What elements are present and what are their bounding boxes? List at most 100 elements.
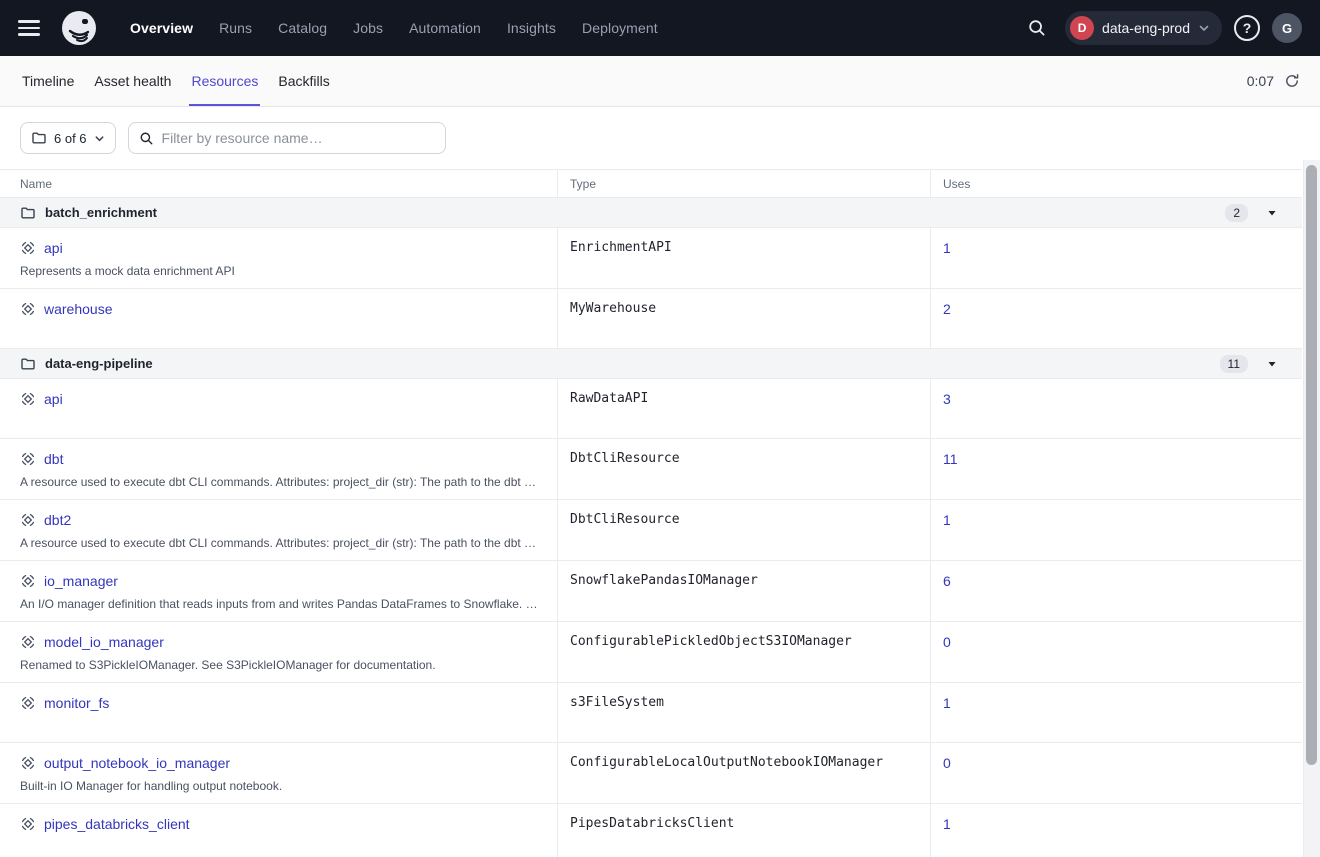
resource-name-cell: output_notebook_io_manager Built-in IO M… [0,743,557,803]
resource-uses-link[interactable]: 0 [943,634,951,650]
resource-uses-cell: 1 [930,683,1302,742]
resource-name-link[interactable]: monitor_fs [44,695,109,711]
deployment-badge: D [1070,16,1094,40]
nav-link-overview[interactable]: Overview [130,20,193,36]
nav-link-insights[interactable]: Insights [507,20,556,36]
help-icon[interactable]: ? [1234,15,1260,41]
resource-description: A resource used to execute dbt CLI comma… [20,536,541,550]
dagster-logo-icon[interactable] [60,9,98,47]
global-search-icon[interactable] [1021,12,1053,44]
group-name: batch_enrichment [45,205,157,220]
group-filter-label: 6 of 6 [54,131,87,146]
primary-nav-links: Overview Runs Catalog Jobs Automation Insight… [130,20,658,36]
resource-name-link[interactable]: dbt2 [44,512,71,528]
resource-name-cell: dbt A resource used to execute dbt CLI c… [0,439,557,499]
resource-name-link[interactable]: model_io_manager [44,634,164,650]
resources-table: Name Type Uses batch_enrichment 2 api [0,169,1302,857]
resource-group-row[interactable]: data-eng-pipeline 11 [0,349,1302,379]
column-header-type: Type [557,170,930,197]
scrollbar-thumb[interactable] [1306,165,1317,765]
resource-icon [20,512,36,528]
resource-name-cell: warehouse [0,289,557,348]
resource-icon [20,755,36,771]
tab-backfills[interactable]: Backfills [276,56,331,106]
resource-name-cell: dbt2 A resource used to execute dbt CLI … [0,500,557,560]
folder-icon [31,130,47,146]
resource-icon [20,816,36,832]
resource-uses-link[interactable]: 1 [943,816,951,832]
resource-description: An I/O manager definition that reads inp… [20,597,541,611]
resource-uses-cell: 11 [930,439,1302,499]
resource-name-link[interactable]: dbt [44,451,63,467]
resource-uses-link[interactable]: 2 [943,301,951,317]
resource-filter-input[interactable] [162,130,435,146]
resource-icon [20,573,36,589]
resource-row: api Represents a mock data enrichment AP… [0,228,1302,289]
resource-uses-cell: 2 [930,289,1302,348]
resource-uses-cell: 6 [930,561,1302,621]
nav-link-runs[interactable]: Runs [219,20,252,36]
resource-name-cell: pipes_databricks_client [0,804,557,857]
resource-type: PipesDatabricksClient [557,804,930,857]
resource-group-row[interactable]: batch_enrichment 2 [0,198,1302,228]
resource-type: DbtCliResource [557,439,930,499]
resource-type: SnowflakePandasIOManager [557,561,930,621]
top-navigation-bar: Overview Runs Catalog Jobs Automation Insight… [0,0,1320,56]
collapse-caret-icon[interactable] [1266,207,1278,219]
resource-row: warehouse MyWarehouse 2 [0,289,1302,349]
scrollbar-track[interactable] [1303,160,1320,857]
resource-uses-link[interactable]: 6 [943,573,951,589]
tab-timeline[interactable]: Timeline [20,56,76,106]
resource-uses-link[interactable]: 1 [943,240,951,256]
folder-icon [20,356,36,372]
resource-icon [20,301,36,317]
resource-description: Renamed to S3PickleIOManager. See S3Pick… [20,658,541,672]
resource-uses-link[interactable]: 3 [943,391,951,407]
resource-uses-link[interactable]: 1 [943,695,951,711]
resource-name-link[interactable]: pipes_databricks_client [44,816,190,832]
resource-name-link[interactable]: io_manager [44,573,118,589]
resource-row: output_notebook_io_manager Built-in IO M… [0,743,1302,804]
nav-link-automation[interactable]: Automation [409,20,481,36]
resource-uses-cell: 3 [930,379,1302,438]
tab-asset-health[interactable]: Asset health [92,56,173,106]
group-filter-button[interactable]: 6 of 6 [20,122,116,154]
resource-name-link[interactable]: api [44,391,63,407]
resource-uses-cell: 0 [930,743,1302,803]
resource-row: monitor_fs s3FileSystem 1 [0,683,1302,743]
tab-resources[interactable]: Resources [189,56,260,106]
chevron-down-icon [94,133,105,144]
resource-row: pipes_databricks_client PipesDatabricksC… [0,804,1302,857]
nav-link-jobs[interactable]: Jobs [353,20,383,36]
resource-uses-link[interactable]: 0 [943,755,951,771]
topnav-right-controls: D data-eng-prod ? G [1021,11,1302,45]
resource-uses-link[interactable]: 1 [943,512,951,528]
collapse-caret-icon[interactable] [1266,358,1278,370]
resource-uses-link[interactable]: 11 [943,451,958,467]
resources-toolbar: 6 of 6 [0,107,1320,169]
resource-name-cell: monitor_fs [0,683,557,742]
resource-icon [20,391,36,407]
resource-name-link[interactable]: output_notebook_io_manager [44,755,230,771]
resource-type: DbtCliResource [557,500,930,560]
resource-name-link[interactable]: warehouse [44,301,113,317]
resource-uses-cell: 0 [930,622,1302,682]
resource-name-cell: api Represents a mock data enrichment AP… [0,228,557,288]
nav-link-deployment[interactable]: Deployment [582,20,658,36]
menu-icon[interactable] [18,16,42,40]
nav-link-catalog[interactable]: Catalog [278,20,327,36]
user-avatar[interactable]: G [1272,13,1302,43]
search-icon [139,131,154,146]
resource-type: EnrichmentAPI [557,228,930,288]
group-name: data-eng-pipeline [45,356,153,371]
resource-icon [20,240,36,256]
resource-name-link[interactable]: api [44,240,63,256]
column-header-uses: Uses [930,170,1302,197]
deployment-switcher[interactable]: D data-eng-prod [1065,11,1222,45]
resource-icon [20,634,36,650]
resource-name-cell: api [0,379,557,438]
refresh-icon[interactable] [1284,73,1300,89]
overview-tab-bar: TimelineAsset healthResourcesBackfills 0… [0,56,1320,107]
resource-type: MyWarehouse [557,289,930,348]
group-count-badge: 2 [1225,204,1248,222]
